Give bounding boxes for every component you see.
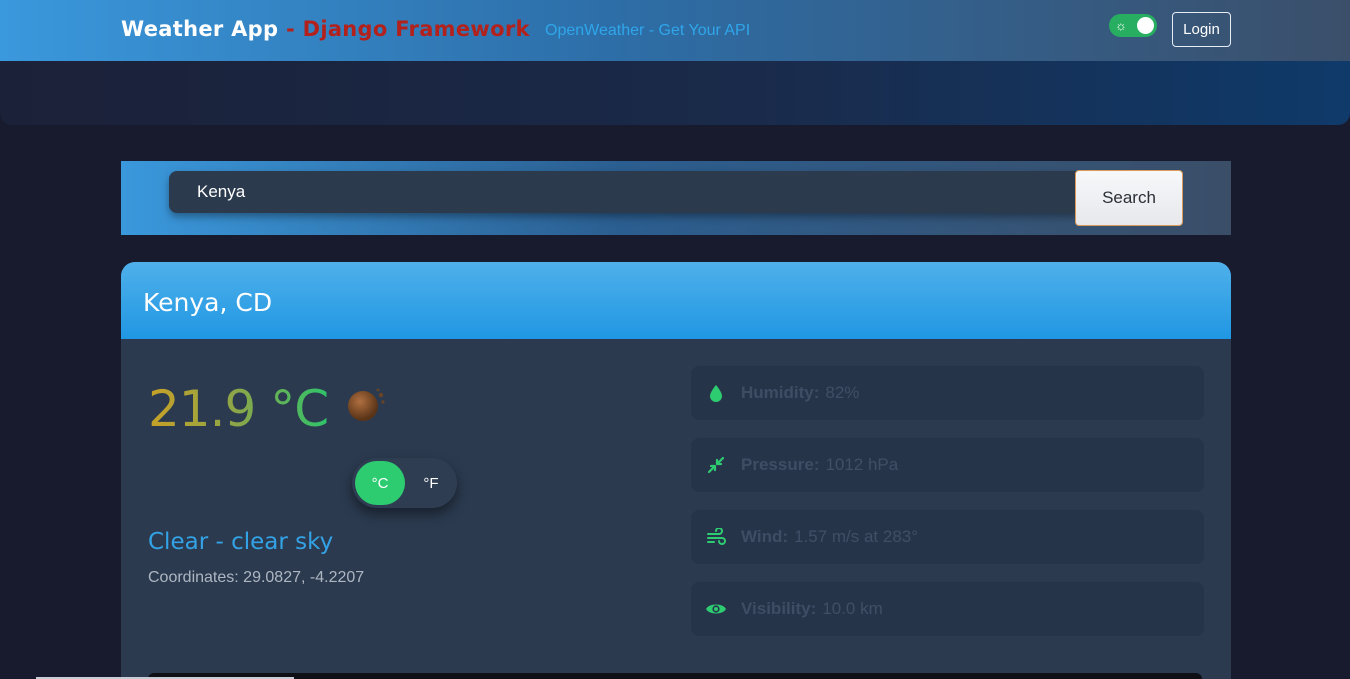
weather-card: Kenya, CD 21.9 °C °C °F Clear - clear sk…: [121, 262, 1231, 679]
brand-framework: - Django Framework: [285, 17, 530, 41]
pressure-value: 1012 hPa: [825, 455, 899, 474]
city-search-input[interactable]: [169, 171, 1077, 213]
unit-toggle: °C °F: [352, 458, 457, 508]
clear-sky-icon: [348, 388, 385, 421]
compress-icon: [703, 456, 729, 474]
fahrenheit-button[interactable]: °F: [408, 461, 454, 505]
sun-icon: ☼: [1115, 18, 1127, 33]
temperature: 21.9 °C: [148, 380, 329, 438]
navbar: Weather App - Django Framework OpenWeath…: [0, 0, 1350, 61]
coordinates: Coordinates: 29.0827, -4.2207: [148, 569, 365, 586]
humidity-label: Humidity:: [741, 383, 820, 402]
toggle-knob: [1137, 17, 1154, 34]
brand-title: Weather App: [121, 17, 279, 41]
wind-label: Wind:: [741, 527, 789, 546]
card-header: Kenya, CD: [121, 262, 1231, 339]
humidity-stat: Humidity: 82%: [691, 366, 1204, 420]
humidity-value: 82%: [825, 383, 860, 402]
theme-toggle[interactable]: ☼: [1109, 14, 1157, 37]
openweather-api-link[interactable]: OpenWeather - Get Your API: [545, 22, 750, 40]
pressure-stat: Pressure: 1012 hPa: [691, 438, 1204, 492]
wind-value: 1.57 m/s at 283°: [794, 527, 919, 546]
visibility-stat: Visibility: 10.0 km: [691, 582, 1204, 636]
app-brand[interactable]: Weather App - Django Framework: [121, 17, 530, 41]
hero-band: [0, 61, 1350, 125]
visibility-label: Visibility:: [741, 599, 817, 618]
wind-icon: [703, 528, 729, 546]
celsius-button[interactable]: °C: [355, 461, 405, 505]
wind-stat: Wind: 1.57 m/s at 283°: [691, 510, 1204, 564]
search-bar: Search: [121, 161, 1231, 235]
map-preview[interactable]: [148, 673, 1202, 679]
login-button[interactable]: Login: [1172, 12, 1231, 47]
weather-condition: Clear - clear sky: [148, 529, 334, 555]
city-name: Kenya, CD: [143, 288, 273, 317]
pressure-label: Pressure:: [741, 455, 820, 474]
droplet-icon: [703, 384, 729, 402]
search-button[interactable]: Search: [1075, 170, 1183, 226]
visibility-value: 10.0 km: [822, 599, 883, 618]
eye-icon: [703, 601, 729, 617]
